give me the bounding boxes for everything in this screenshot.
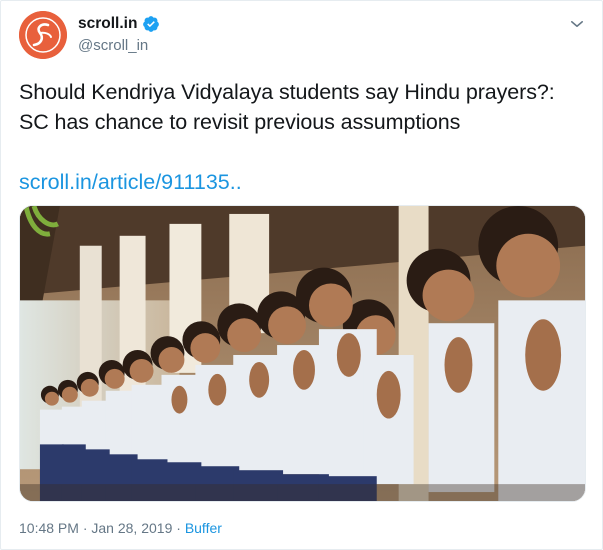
account-handle[interactable]: @scroll_in [78,37,148,54]
display-name[interactable]: scroll.in [78,15,137,33]
tweet-photo[interactable] [19,205,586,502]
scroll-logo-icon [19,11,67,59]
tweet-text-line: SC has chance to revisit previous assump… [19,110,461,134]
tweet-card: scroll.in @scroll_in Should Kendriya Vid… [0,0,603,550]
avatar[interactable] [19,11,67,59]
name-row: scroll.in [78,15,160,33]
verified-badge-icon [142,15,160,33]
chevron-down-icon[interactable] [568,15,586,33]
meta-separator: · [172,520,185,536]
tweet-date[interactable]: Jan 28, 2019 [91,520,172,536]
tweet-text-line: Should Kendriya Vidyalaya students say H… [19,80,555,104]
tweet-source-link[interactable]: Buffer [185,520,222,536]
meta-separator: · [78,520,92,536]
students-praying-photo [20,206,585,501]
tweet-text: Should Kendriya Vidyalaya students say H… [19,77,589,137]
tweet-time[interactable]: 10:48 PM [19,520,79,536]
article-link[interactable]: scroll.in/article/911135.. [19,167,242,197]
tweet-meta: 10:48 PM · Jan 28, 2019 · Buffer [19,520,222,536]
